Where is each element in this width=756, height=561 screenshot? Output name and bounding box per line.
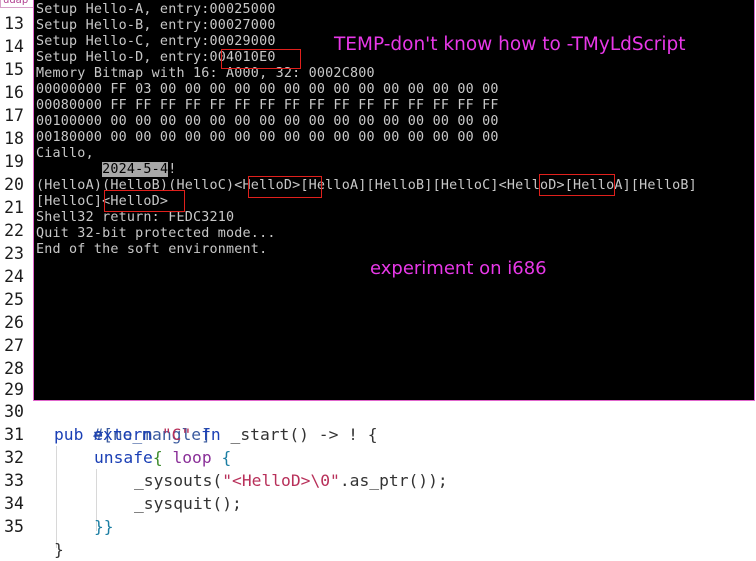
line-number: 23 <box>4 244 24 263</box>
line-number: 25 <box>4 290 24 309</box>
terminal-line: Setup Hello-B, entry:00027000 <box>36 18 276 33</box>
hellod-highlight-box <box>104 190 185 212</box>
terminal-line: 00100000 00 00 00 00 00 00 00 00 00 00 0… <box>36 114 499 129</box>
line-number: 30 <box>4 402 24 421</box>
brace-token: { <box>152 448 163 467</box>
terminal-line: End of the soft environment. <box>36 242 268 257</box>
line-number: 24 <box>4 267 24 286</box>
line-number: 21 <box>4 198 24 217</box>
terminal-line: Setup Hello-C, entry:00029000 <box>36 34 276 49</box>
terminal-line: Setup Hello-A, entry:00025000 <box>36 2 276 17</box>
string-token: "C" <box>161 425 192 444</box>
line-number: 26 <box>4 313 24 332</box>
terminal-output-window: Setup Hello-A, entry:00025000 Setup Hell… <box>33 0 755 401</box>
terminal-line: 00180000 00 00 00 00 00 00 00 00 00 00 0… <box>36 130 499 145</box>
string-token: "<HelloD>\0" <box>222 471 340 490</box>
line-number: 33 <box>4 471 24 490</box>
line-number: 16 <box>4 83 24 102</box>
function-call-token: _sysquit <box>134 494 213 513</box>
line-number: 13 <box>4 14 24 33</box>
keyword-token: extern <box>93 425 153 444</box>
line-number: 22 <box>4 221 24 240</box>
line-number: 20 <box>4 175 24 194</box>
brace-token: { <box>221 448 232 467</box>
keyword-token: loop <box>172 448 212 467</box>
punctuation-token: ( <box>212 471 223 490</box>
terminal-line: Ciallo, <box>36 146 94 161</box>
code-line-34[interactable]: _sysquit(); <box>134 492 242 515</box>
punctuation-token: () -> ! { <box>289 425 378 444</box>
line-number: 28 <box>4 359 24 378</box>
line-number: 35 <box>4 517 24 536</box>
line-number: 27 <box>4 336 24 355</box>
terminal-line: Quit 32-bit protected mode... <box>36 226 276 241</box>
terminal-line: Memory Bitmap with 16: A000, 32: 0002C80… <box>36 66 375 81</box>
keyword-token: fn <box>201 425 221 444</box>
punctuation-token: .as_ptr()); <box>339 471 448 490</box>
code-line-31[interactable]: pub extern "C" fn _start() -> ! { <box>54 423 378 446</box>
entry-address-highlight-box <box>221 49 301 69</box>
terminal-line: 00080000 FF FF FF FF FF FF FF FF FF FF F… <box>36 98 499 113</box>
line-number: 19 <box>4 152 24 171</box>
keyword-token: pub <box>54 425 84 444</box>
brace-token: }} <box>94 517 114 536</box>
line-number: 29 <box>4 380 24 399</box>
line-number: 31 <box>4 425 24 444</box>
annotation-i686: experiment on i686 <box>370 258 547 279</box>
line-number: 17 <box>4 106 24 125</box>
code-line-33[interactable]: _sysouts("<HelloD>\0".as_ptr()); <box>134 469 448 492</box>
line-number-gutter: udap 13 14 15 16 17 18 19 20 21 22 23 24… <box>0 0 34 548</box>
line-number: 18 <box>4 129 24 148</box>
file-tab-fragment[interactable]: udap <box>0 0 34 8</box>
function-name-token: _start <box>230 425 290 444</box>
date-highlight: 2024-5-4 <box>102 162 169 177</box>
code-line-36[interactable]: } <box>54 538 64 561</box>
hellod-highlight-box <box>539 174 615 196</box>
terminal-line: Shell32 return: FEDC3210 <box>36 210 235 225</box>
date-indent <box>36 162 102 177</box>
annotation-ldscript: TEMP-don't know how to -TMyLdScript <box>334 34 686 55</box>
code-line-32[interactable]: unsafe{ loop { <box>94 446 231 469</box>
line-number: 34 <box>4 494 24 513</box>
terminal-line: 00000000 FF 03 00 00 00 00 00 00 00 00 0… <box>36 82 499 97</box>
punctuation-token: (); <box>212 494 242 513</box>
line-number: 15 <box>4 60 24 79</box>
date-suffix: ! <box>168 162 177 177</box>
brace-token: } <box>54 540 64 559</box>
line-number: 14 <box>4 37 24 56</box>
hellod-highlight-box <box>248 176 322 198</box>
code-line-35[interactable]: }} <box>94 515 114 538</box>
terminal-date-line: 2024-5-4! <box>36 162 176 178</box>
function-call-token: _sysouts <box>134 471 213 490</box>
keyword-token: unsafe <box>94 448 153 467</box>
line-number: 32 <box>4 448 24 467</box>
